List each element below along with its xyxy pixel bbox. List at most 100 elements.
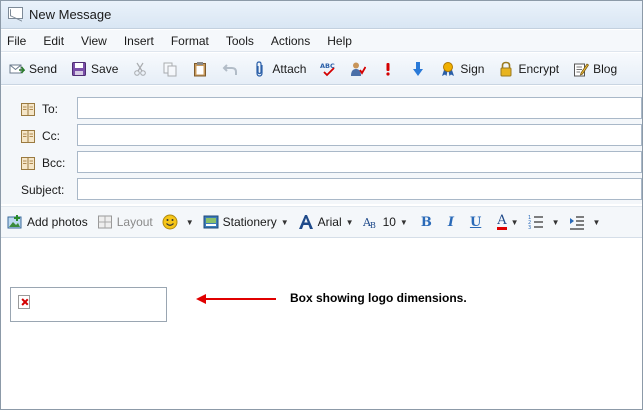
- subject-label: Subject:: [21, 183, 65, 197]
- subject-row: Subject:: [1, 178, 642, 202]
- svg-text:3: 3: [528, 225, 531, 230]
- add-photos-icon: [7, 214, 23, 230]
- subject-field[interactable]: [77, 178, 642, 200]
- encrypt-button[interactable]: Encrypt: [494, 57, 563, 81]
- high-priority-button[interactable]: [376, 57, 400, 81]
- low-priority-button[interactable]: [406, 57, 430, 81]
- blog-button[interactable]: Blog: [569, 57, 621, 81]
- cc-field[interactable]: [77, 124, 642, 146]
- address-book-icon: [21, 129, 36, 143]
- logo-placeholder-box[interactable]: [10, 287, 167, 322]
- smiley-icon: [162, 214, 178, 230]
- arrow-down-icon: [410, 61, 426, 77]
- address-book-icon: [21, 102, 36, 116]
- title-bar: New Message: [1, 1, 642, 29]
- paperclip-icon: [252, 60, 268, 77]
- font-color-value: A: [497, 213, 507, 230]
- cc-label: Cc:: [42, 129, 60, 143]
- exclamation-icon: [380, 61, 396, 77]
- message-body[interactable]: Box showing logo dimensions.: [1, 239, 642, 409]
- layout-icon: [97, 214, 113, 230]
- stationery-label: Stationery: [222, 215, 277, 229]
- font-color-button[interactable]: A ▼: [497, 213, 519, 230]
- check-names-button[interactable]: [346, 57, 370, 81]
- envelope-icon: [8, 7, 23, 19]
- window-title: New Message: [29, 7, 112, 22]
- copy-button[interactable]: [158, 57, 182, 81]
- send-icon: [9, 61, 26, 77]
- menu-edit[interactable]: Edit: [43, 34, 64, 48]
- menu-insert[interactable]: Insert: [124, 34, 154, 48]
- to-field[interactable]: [77, 97, 642, 119]
- bcc-label: Bcc:: [42, 156, 66, 170]
- add-photos-label: Add photos: [27, 215, 88, 229]
- copy-icon: [162, 61, 178, 77]
- bcc-row: Bcc:: [1, 151, 642, 175]
- check-names-icon: [350, 61, 367, 77]
- save-icon: [71, 61, 87, 77]
- stationery-button[interactable]: Stationery ▼: [203, 214, 289, 230]
- emoticon-button[interactable]: ▼: [162, 214, 194, 230]
- chevron-down-icon: ▼: [592, 217, 601, 227]
- compose-window: New Message File Edit View Insert Format…: [0, 0, 643, 410]
- sign-label: Sign: [460, 61, 485, 76]
- attach-button[interactable]: Attach: [248, 57, 310, 81]
- layout-button[interactable]: Layout: [97, 214, 153, 230]
- bcc-field[interactable]: [77, 151, 642, 173]
- attach-label: Attach: [272, 61, 307, 76]
- to-row: To:: [1, 97, 642, 121]
- undo-icon: [222, 61, 238, 77]
- font-size-dropdown[interactable]: AB 10 ▼: [362, 214, 408, 230]
- numbered-list-button[interactable]: 123 ▼: [528, 214, 560, 231]
- menu-tools[interactable]: Tools: [226, 34, 254, 48]
- cut-button[interactable]: [128, 57, 152, 81]
- chevron-down-icon: ▼: [510, 217, 519, 227]
- menu-help[interactable]: Help: [327, 34, 352, 48]
- send-button[interactable]: Send: [5, 57, 61, 81]
- chevron-down-icon: ▼: [345, 217, 354, 227]
- indent-icon: [569, 214, 585, 230]
- underline-button[interactable]: U: [470, 215, 481, 230]
- sign-button[interactable]: Sign: [436, 57, 488, 81]
- send-label: Send: [29, 61, 58, 76]
- menu-file[interactable]: File: [7, 34, 26, 48]
- broken-image-icon: [18, 295, 30, 309]
- encrypt-label: Encrypt: [518, 61, 560, 76]
- blog-pencil-icon: [573, 61, 590, 77]
- chevron-down-icon: ▼: [551, 217, 560, 227]
- bcc-button[interactable]: Bcc:: [21, 156, 65, 170]
- font-name-dropdown[interactable]: Arial ▼: [298, 214, 354, 230]
- blog-label: Blog: [593, 61, 618, 76]
- font-a-icon: [298, 214, 314, 230]
- spellcheck-icon: ABC: [320, 61, 336, 77]
- clipboard-icon: [192, 61, 208, 77]
- bold-button[interactable]: B: [421, 215, 432, 230]
- menu-view[interactable]: View: [81, 34, 107, 48]
- indent-button[interactable]: ▼: [569, 214, 601, 230]
- italic-button[interactable]: I: [448, 215, 454, 230]
- chevron-down-icon: ▼: [280, 217, 289, 227]
- save-button[interactable]: Save: [67, 57, 122, 81]
- menu-format[interactable]: Format: [171, 34, 209, 48]
- to-button[interactable]: To:: [21, 102, 58, 116]
- annotation-text: Box showing logo dimensions.: [290, 291, 467, 305]
- address-fields: To: Cc: Bcc: Subject:: [1, 86, 642, 204]
- spelling-button[interactable]: ABC: [316, 57, 340, 81]
- menu-bar: File Edit View Insert Format Tools Actio…: [1, 30, 642, 52]
- stationery-icon: [203, 214, 219, 230]
- save-label: Save: [91, 61, 119, 76]
- format-toolbar: Add photos Layout ▼ Stationery ▼ Arial ▼…: [1, 206, 642, 238]
- undo-button[interactable]: [218, 57, 242, 81]
- font-size-value: 10: [382, 215, 396, 229]
- lock-icon: [498, 61, 514, 77]
- paste-button[interactable]: [188, 57, 212, 81]
- cc-row: Cc:: [1, 124, 642, 148]
- cc-button[interactable]: Cc:: [21, 129, 60, 143]
- chevron-down-icon: ▼: [185, 217, 194, 227]
- to-label: To:: [42, 102, 59, 116]
- menu-actions[interactable]: Actions: [271, 34, 310, 48]
- add-photos-button[interactable]: Add photos: [7, 214, 88, 230]
- chevron-down-icon: ▼: [399, 217, 408, 227]
- numbered-list-icon: 123: [528, 214, 544, 231]
- svg-text:B: B: [370, 221, 376, 230]
